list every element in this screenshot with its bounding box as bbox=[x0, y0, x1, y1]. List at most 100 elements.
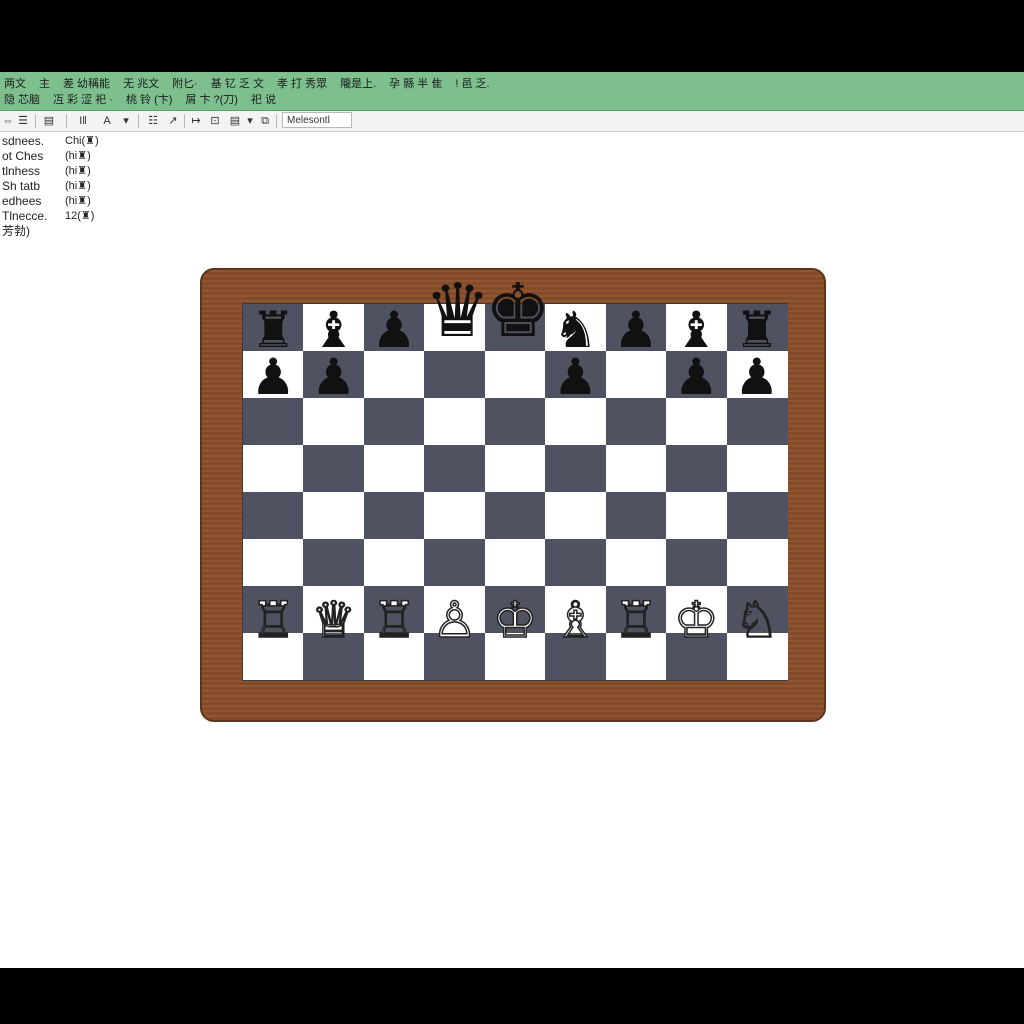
white-king-icon[interactable]: ♔ bbox=[666, 594, 726, 646]
white-king-icon[interactable]: ♔ bbox=[485, 594, 545, 646]
toolbar-link-button[interactable]: ↗ bbox=[166, 113, 180, 129]
board-square[interactable] bbox=[605, 445, 667, 492]
toolbar-format-button[interactable]: I‖ bbox=[76, 113, 90, 129]
toolbar-list-button[interactable]: ☰ bbox=[16, 113, 30, 129]
list-item[interactable]: Sh tatb (hi♜) bbox=[2, 179, 112, 194]
black-queen-icon[interactable]: ♛ bbox=[424, 274, 490, 348]
white-rook-icon[interactable]: ♖ bbox=[243, 594, 303, 646]
toolbar-font-button[interactable]: A bbox=[100, 113, 114, 129]
black-pawn-icon[interactable]: ♟ bbox=[364, 305, 424, 355]
white-rook-icon[interactable]: ♖ bbox=[364, 594, 424, 646]
toolbar-separator bbox=[184, 114, 185, 128]
toolbar-copy-button[interactable]: ⧉ bbox=[258, 113, 272, 129]
board-square[interactable] bbox=[424, 492, 486, 539]
white-knight-icon[interactable]: ♘ bbox=[727, 594, 787, 646]
board-square[interactable] bbox=[363, 445, 425, 492]
menu-item[interactable]: 隐 芯脑 bbox=[0, 91, 40, 107]
board-square[interactable] bbox=[484, 398, 546, 445]
black-pawn-icon[interactable]: ♟ bbox=[545, 352, 605, 402]
menu-row-primary: 两文主差 幼稱能无 兆文 附匕· 基 钇 乏 文孝 打 秀眾 隴是上. 孕 縣 半 隹!… bbox=[0, 75, 499, 91]
menu-item[interactable]: 附匕· bbox=[168, 75, 198, 91]
black-rook-icon[interactable]: ♜ bbox=[727, 305, 787, 355]
menu-item[interactable]: 差 幼稱能 bbox=[59, 75, 110, 91]
board-square[interactable] bbox=[726, 492, 788, 539]
black-pawn-icon[interactable]: ♟ bbox=[243, 352, 303, 402]
board-square[interactable] bbox=[424, 539, 486, 586]
menu-item[interactable]: 桃 铃 (卞) bbox=[122, 91, 172, 107]
board-square[interactable] bbox=[484, 351, 546, 398]
white-bishop-icon[interactable]: ♗ bbox=[545, 594, 605, 646]
black-pawn-icon[interactable]: ♟ bbox=[666, 352, 726, 402]
board-square[interactable] bbox=[605, 492, 667, 539]
list-item[interactable]: 芳勃) bbox=[2, 224, 112, 239]
toolbar-separator bbox=[138, 114, 139, 128]
black-knight-icon[interactable]: ♞ bbox=[545, 305, 605, 355]
toolbar-table-dropdown-button[interactable]: ▾ bbox=[244, 113, 256, 129]
board-square[interactable] bbox=[303, 445, 365, 492]
board-square[interactable] bbox=[545, 445, 607, 492]
list-item-value: (hi♜) bbox=[65, 150, 91, 162]
board-square[interactable] bbox=[303, 539, 365, 586]
menu-item[interactable]: 隴是上. bbox=[336, 75, 376, 91]
white-rook-icon[interactable]: ♖ bbox=[606, 594, 666, 646]
board-square[interactable] bbox=[605, 539, 667, 586]
menu-item[interactable]: ! 邑 乏. bbox=[451, 75, 489, 91]
board-square[interactable] bbox=[726, 539, 788, 586]
board-square[interactable] bbox=[424, 445, 486, 492]
board-square[interactable] bbox=[605, 398, 667, 445]
white-pawn-icon[interactable]: ♙ bbox=[424, 594, 484, 646]
board-square[interactable] bbox=[303, 492, 365, 539]
list-item[interactable]: Tlnecce. 12(♜) bbox=[2, 209, 112, 224]
board-square[interactable] bbox=[363, 398, 425, 445]
board-square[interactable] bbox=[484, 492, 546, 539]
toolbar-arrow-button[interactable]: ⇔ bbox=[2, 113, 14, 129]
toolbar-grid-button[interactable]: ▤ bbox=[42, 113, 56, 129]
list-item[interactable]: ot Ches (hi♜) bbox=[2, 149, 112, 164]
black-bishop-icon[interactable]: ♝ bbox=[303, 305, 363, 355]
black-rook-icon[interactable]: ♜ bbox=[243, 305, 303, 355]
board-square[interactable] bbox=[424, 351, 486, 398]
toolbar-table-button[interactable]: ▤ bbox=[228, 113, 242, 129]
menu-bar: 两文主差 幼稱能无 兆文 附匕· 基 钇 乏 文孝 打 秀眾 隴是上. 孕 縣 半 隹!… bbox=[0, 72, 1024, 111]
menu-item[interactable]: 基 钇 乏 文 bbox=[207, 75, 264, 91]
toolbar-font-dropdown-button[interactable]: ▾ bbox=[120, 113, 132, 129]
board-square[interactable] bbox=[666, 539, 728, 586]
menu-item[interactable]: 两文 bbox=[0, 75, 26, 91]
list-item[interactable]: tlnhess (hi♜) bbox=[2, 164, 112, 179]
menu-item[interactable]: 祀 说 bbox=[247, 91, 276, 107]
black-king-icon[interactable]: ♚ bbox=[485, 274, 551, 348]
board-square[interactable] bbox=[484, 539, 546, 586]
toolbar-separator bbox=[66, 114, 67, 128]
board-square[interactable] bbox=[545, 539, 607, 586]
board-square[interactable] bbox=[243, 492, 304, 539]
menu-item[interactable]: 孝 打 秀眾 bbox=[273, 75, 327, 91]
black-pawn-icon[interactable]: ♟ bbox=[727, 352, 787, 402]
toolbar-layout-button[interactable]: ☷ bbox=[146, 113, 160, 129]
board-square[interactable] bbox=[545, 492, 607, 539]
menu-item[interactable]: 主 bbox=[35, 75, 50, 91]
board-square[interactable] bbox=[484, 445, 546, 492]
board-square[interactable] bbox=[363, 539, 425, 586]
board-square[interactable] bbox=[424, 398, 486, 445]
chess-board[interactable]: ♜ ♝ ♟ ♛ ♚ ♞ ♟ ♝ ♜ ♟ ♟ ♟ ♟ ♟ ♖ ♕ ♖ ♙ ♔ ♗ ♖ ♔ ♘ bbox=[243, 274, 788, 680]
board-square[interactable] bbox=[363, 492, 425, 539]
list-item-value: Chi(♜) bbox=[65, 135, 99, 147]
list-item[interactable]: edhees (hi♜) bbox=[2, 194, 112, 209]
menu-item[interactable]: 冱 彩 涩 祀 · bbox=[49, 91, 113, 107]
list-item[interactable]: sdnees. Chi(♜) bbox=[2, 134, 112, 149]
white-queen-icon[interactable]: ♕ bbox=[303, 594, 363, 646]
toolbar-indent-button[interactable]: ↦ bbox=[190, 113, 202, 129]
board-square[interactable] bbox=[666, 492, 728, 539]
menu-item[interactable]: 屑 卞 ?(刀) bbox=[181, 91, 238, 107]
black-pawn-icon[interactable]: ♟ bbox=[606, 305, 666, 355]
black-bishop-icon[interactable]: ♝ bbox=[666, 305, 726, 355]
black-pawn-icon[interactable]: ♟ bbox=[303, 352, 363, 402]
board-square[interactable] bbox=[726, 445, 788, 492]
board-square[interactable] bbox=[666, 445, 728, 492]
toolbar-frame-button[interactable]: ⊡ bbox=[208, 113, 222, 129]
menu-item[interactable]: 无 兆文 bbox=[119, 75, 159, 91]
toolbar-text-field[interactable]: Melesontl bbox=[282, 112, 352, 128]
board-square[interactable] bbox=[243, 445, 304, 492]
board-square[interactable] bbox=[243, 539, 304, 586]
menu-item[interactable]: 孕 縣 半 隹 bbox=[385, 75, 442, 91]
